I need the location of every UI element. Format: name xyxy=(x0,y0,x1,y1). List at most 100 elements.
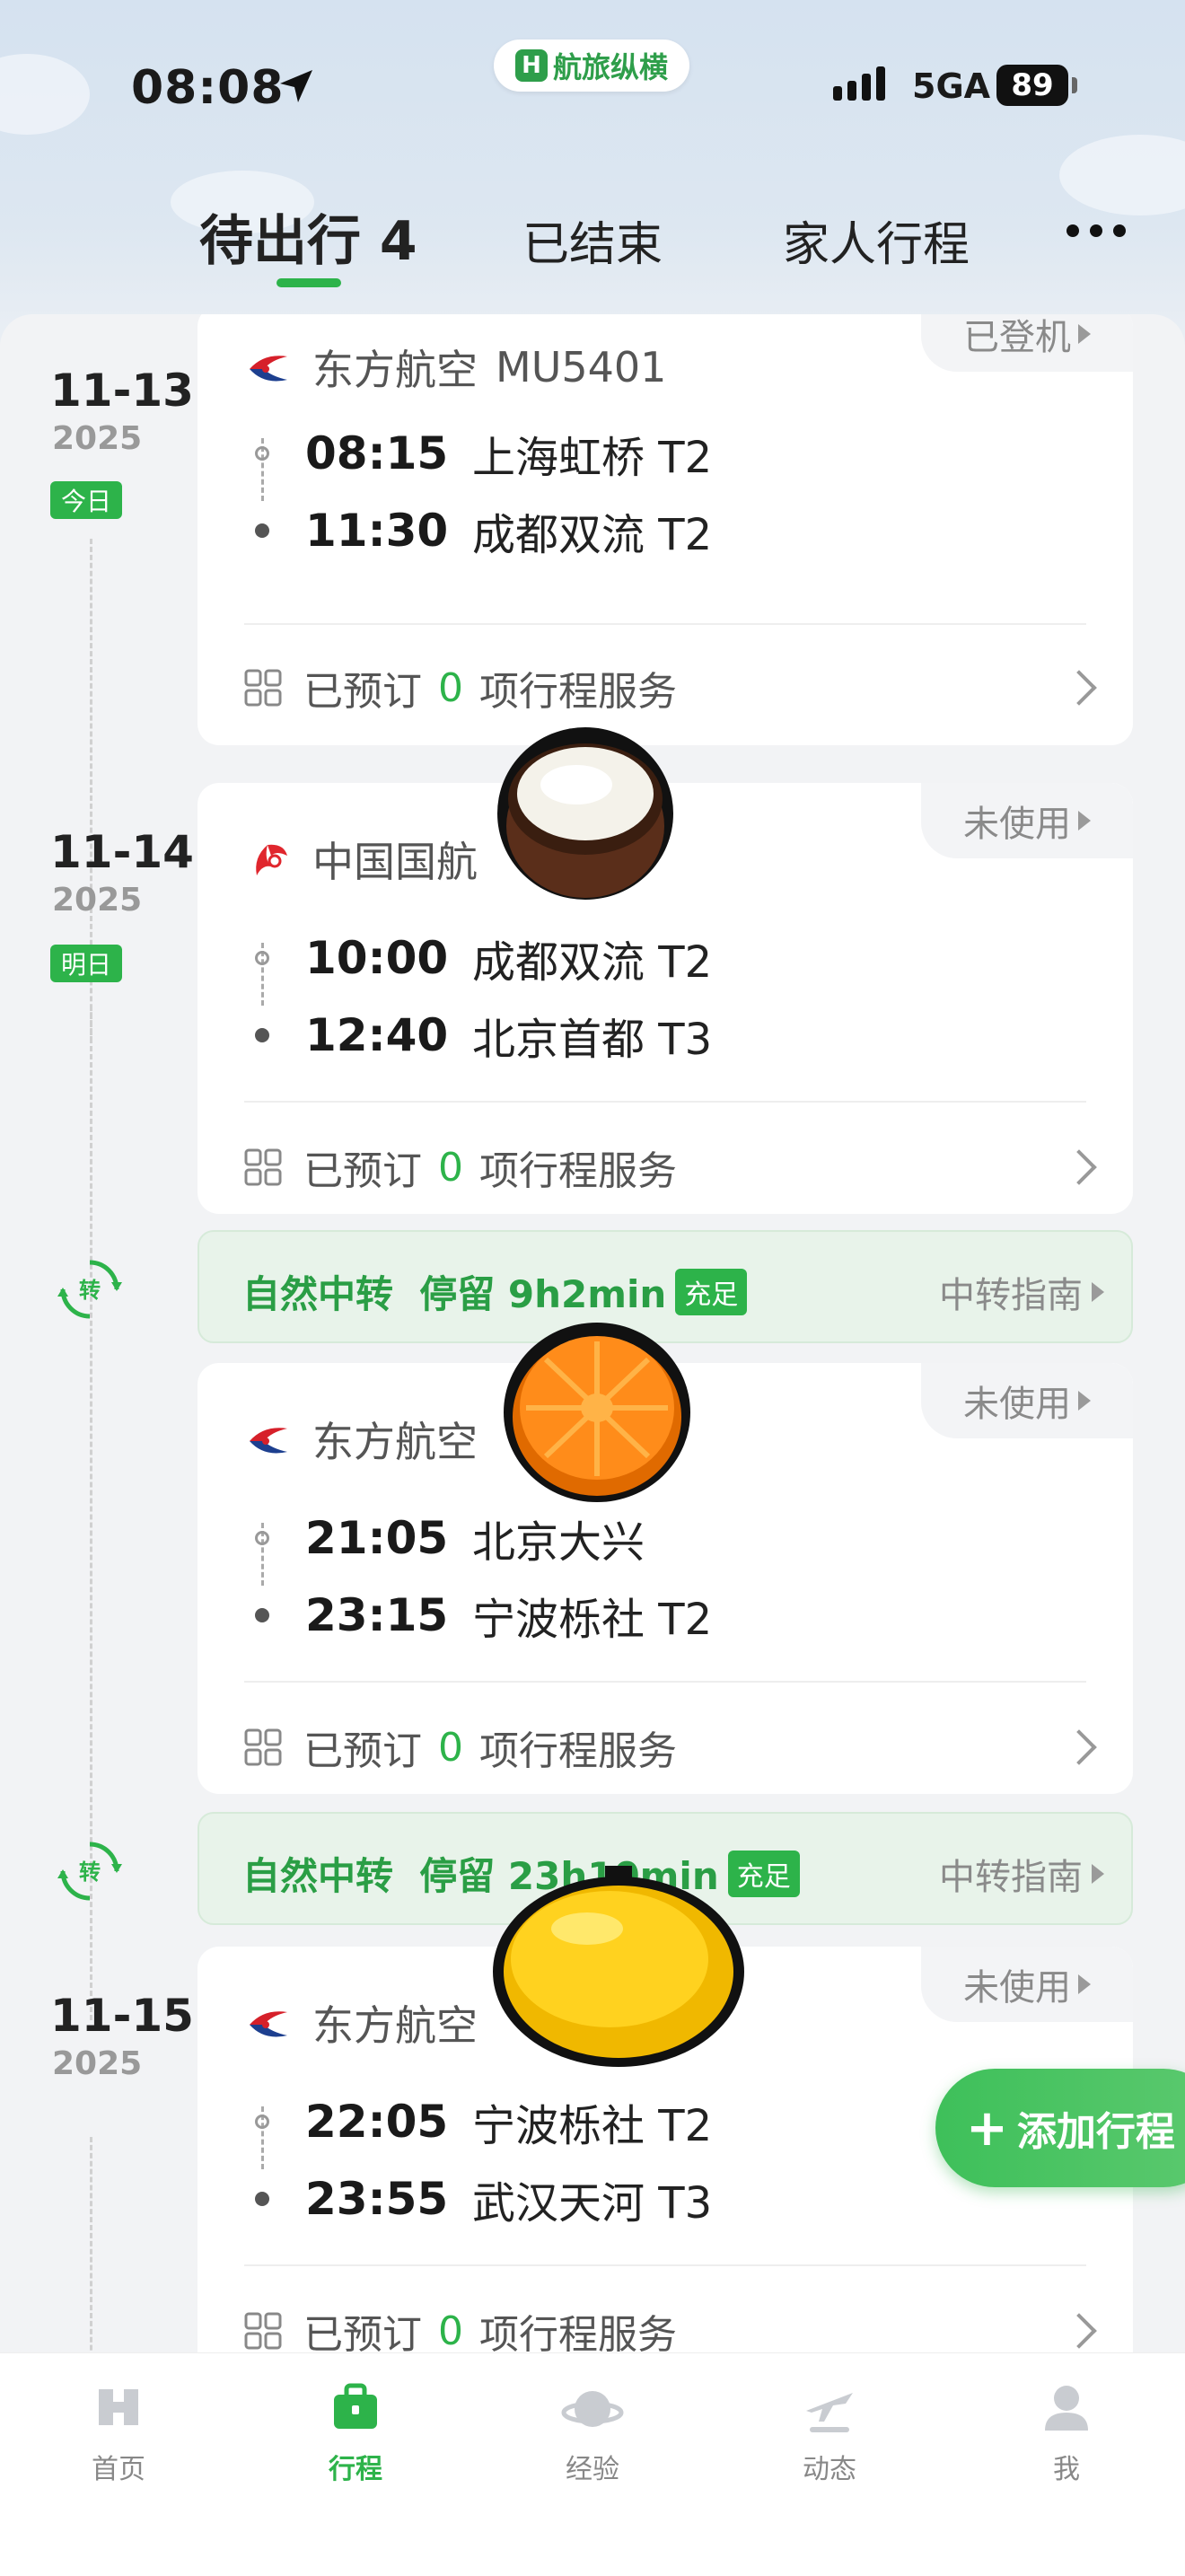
arrival-row: 11:30 成都双流 T2 xyxy=(244,499,712,562)
divider xyxy=(244,623,1086,625)
departure-dot xyxy=(255,1531,269,1545)
service-row[interactable]: 已预订 0 项行程服务 xyxy=(244,1719,677,1776)
plane-icon xyxy=(806,2393,853,2432)
suitcase-icon xyxy=(334,2383,377,2429)
service-row[interactable]: 已预订 0 项行程服务 xyxy=(244,2302,677,2352)
departure-airport: 北京大兴 xyxy=(472,1517,645,1568)
departure-time: 10:00 xyxy=(305,932,449,984)
trip-date: 11-14 xyxy=(50,826,194,878)
active-tab-indicator xyxy=(276,278,341,287)
nav-experience[interactable]: 经验 xyxy=(521,2375,664,2486)
departure-row: 22:05 宁波栎社 T2 xyxy=(244,2090,712,2153)
tomorrow-badge: 明日 xyxy=(50,945,122,982)
chevron-right-icon[interactable] xyxy=(1061,1149,1097,1185)
grid-icon xyxy=(244,1148,282,1186)
chevron-right-icon[interactable] xyxy=(1061,2313,1097,2349)
airline-row: 东方航空 xyxy=(244,1993,478,2053)
arrival-airport: 北京首都 T3 xyxy=(472,1015,713,1065)
more-icon[interactable] xyxy=(1066,224,1126,237)
add-trip-label: 添加行程 xyxy=(1016,2109,1175,2155)
divider xyxy=(244,2264,1086,2266)
transfer-guide-link[interactable]: 中转指南 xyxy=(939,1848,1104,1900)
nav-label: 首页 xyxy=(92,2454,145,2485)
departure-row: 10:00 成都双流 T2 xyxy=(244,927,712,989)
airline-name: 中国国航 xyxy=(312,838,478,886)
triangle-right-icon xyxy=(1078,324,1091,344)
arrival-airport: 宁波栎社 T2 xyxy=(472,1595,713,1645)
nav-dynamics[interactable]: 动态 xyxy=(758,2375,901,2486)
status-tag[interactable]: 未使用 xyxy=(921,783,1133,858)
triangle-right-icon xyxy=(1092,1282,1104,1302)
arrival-time: 23:55 xyxy=(305,2173,449,2225)
nav-home[interactable]: 首页 xyxy=(47,2375,190,2486)
transfer-label: 自然中转 停留 9h2min xyxy=(242,1272,667,1316)
departure-time: 08:15 xyxy=(305,427,449,479)
divider xyxy=(244,1681,1086,1683)
transfer-guide-link[interactable]: 中转指南 xyxy=(939,1266,1104,1318)
status-tag[interactable]: 未使用 xyxy=(921,1947,1133,2022)
departure-dot xyxy=(255,446,269,461)
timeline-line xyxy=(90,2137,92,2352)
plus-icon: + xyxy=(966,2098,1008,2158)
signal-icon xyxy=(833,66,885,101)
china-eastern-logo-icon xyxy=(250,1428,287,1454)
arrival-row: 23:55 武汉天河 T3 xyxy=(244,2167,712,2230)
trip-year: 2025 xyxy=(52,420,143,457)
trip-year: 2025 xyxy=(52,2045,143,2082)
service-suffix: 项行程服务 xyxy=(479,2312,677,2352)
service-row[interactable]: 已预订 0 项行程服务 xyxy=(244,1139,677,1196)
triangle-right-icon xyxy=(1078,1391,1091,1411)
arrival-row: 12:40 北京首都 T3 xyxy=(244,1004,712,1067)
arrival-time: 23:15 xyxy=(305,1589,449,1641)
departure-dot xyxy=(255,951,269,965)
tab-finished[interactable]: 已结束 xyxy=(522,207,663,274)
service-count: 0 xyxy=(438,1144,463,1191)
status-time: 08:08 xyxy=(131,61,285,115)
status-label: 已登机 xyxy=(963,317,1071,358)
chevron-right-icon[interactable] xyxy=(1061,1729,1097,1765)
triangle-right-icon xyxy=(1078,811,1091,831)
nav-trips[interactable]: 行程 xyxy=(284,2375,427,2486)
triangle-right-icon xyxy=(1092,1864,1104,1884)
trip-card[interactable]: 已登机 东方航空 MU5401 08:15 上海虹桥 T2 11:30 成都双流… xyxy=(198,314,1133,745)
service-count: 0 xyxy=(438,2308,463,2353)
china-eastern-logo-icon xyxy=(250,356,287,382)
airline-name: 东方航空 xyxy=(312,346,478,394)
add-trip-button[interactable]: + 添加行程 xyxy=(935,2069,1185,2187)
status-tag[interactable]: 已登机 xyxy=(921,314,1133,372)
battery-icon: 89 xyxy=(996,65,1068,106)
grid-icon xyxy=(244,2312,282,2350)
arrival-dot xyxy=(255,2192,269,2206)
home-icon xyxy=(99,2389,138,2425)
arrival-time: 11:30 xyxy=(305,505,449,557)
orange-slice-sticker-icon xyxy=(504,1323,690,1502)
airline-row: 中国国航 xyxy=(244,830,478,889)
status-label: 未使用 xyxy=(963,804,1071,845)
departure-airport: 上海虹桥 T2 xyxy=(472,433,713,483)
divider xyxy=(244,1101,1086,1103)
nav-label: 我 xyxy=(1053,2454,1080,2485)
tab-upcoming[interactable]: 待出行 4 xyxy=(199,198,417,276)
tab-family-trips[interactable]: 家人行程 xyxy=(783,207,970,274)
service-prefix: 已预订 xyxy=(303,669,422,715)
nav-me[interactable]: 我 xyxy=(995,2375,1138,2486)
airline-name: 东方航空 xyxy=(312,1418,478,1466)
departure-airport: 宁波栎社 T2 xyxy=(472,2101,713,2151)
grid-icon xyxy=(244,669,282,707)
trip-date: 11-13 xyxy=(50,365,194,417)
location-arrow-icon xyxy=(280,70,312,102)
triangle-right-icon xyxy=(1078,1974,1091,1994)
arrival-dot xyxy=(255,523,269,538)
status-bar: 08:08 H 航旅纵横 5GA 89 xyxy=(0,40,1185,126)
coconut-sticker-icon xyxy=(497,727,673,900)
chevron-right-icon[interactable] xyxy=(1061,670,1097,706)
brand-pill[interactable]: H 航旅纵横 xyxy=(494,40,689,92)
lemon-sticker-icon xyxy=(493,1866,744,2067)
departure-row: 21:05 北京大兴 xyxy=(244,1507,645,1569)
arrival-airport: 成都双流 T2 xyxy=(472,510,713,560)
service-row[interactable]: 已预订 0 项行程服务 xyxy=(244,659,677,717)
status-tag[interactable]: 未使用 xyxy=(921,1363,1133,1438)
arrival-dot xyxy=(255,1608,269,1622)
nav-label: 行程 xyxy=(329,2454,382,2485)
departure-row: 08:15 上海虹桥 T2 xyxy=(244,422,712,485)
